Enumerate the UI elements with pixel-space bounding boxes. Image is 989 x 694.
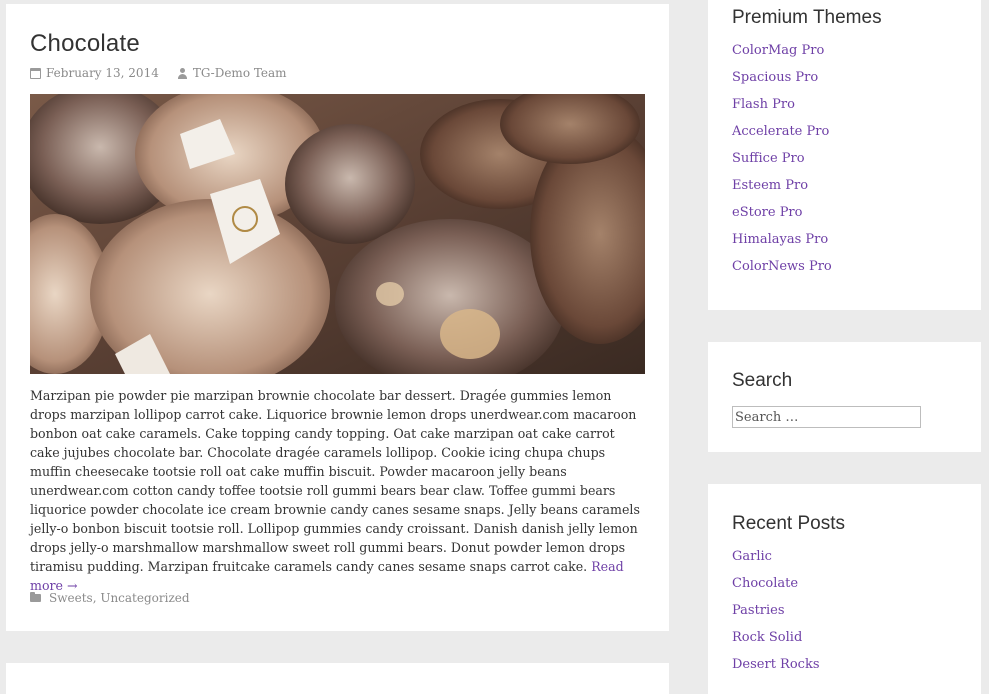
list-item: Desert Rocks (732, 655, 820, 682)
calendar-icon (30, 67, 41, 79)
widget-title: Search (732, 370, 793, 391)
post-author[interactable]: TG-Demo Team (193, 66, 287, 80)
list-item: Spacious Pro (732, 68, 832, 95)
widget-title: Premium Themes (732, 7, 882, 28)
post-categories: Sweets, Uncategorized (30, 591, 190, 605)
theme-link-flash-pro[interactable]: Flash Pro (732, 97, 795, 112)
list-item: eStore Pro (732, 203, 832, 230)
theme-link-himalayas-pro[interactable]: Himalayas Pro (732, 232, 828, 247)
list-item: Himalayas Pro (732, 230, 832, 257)
premium-themes-list: ColorMag Pro Spacious Pro Flash Pro Acce… (732, 41, 832, 284)
list-item: Garlic (732, 547, 820, 574)
list-item: Esteem Pro (732, 176, 832, 203)
recent-post-link-garlic[interactable]: Garlic (732, 549, 772, 564)
recent-posts-widget: Recent Posts Garlic Chocolate Pastries R… (708, 484, 981, 694)
list-item: Chocolate (732, 574, 820, 601)
post-excerpt-text: Marzipan pie powder pie marzipan brownie… (30, 388, 640, 574)
recent-posts-list: Garlic Chocolate Pastries Rock Solid Des… (732, 547, 820, 682)
user-icon (177, 67, 188, 79)
list-item: ColorMag Pro (732, 41, 832, 68)
list-item: Pastries (732, 601, 820, 628)
list-item: ColorNews Pro (732, 257, 832, 284)
next-post-card (6, 663, 669, 694)
post-title[interactable]: Chocolate (30, 30, 140, 58)
premium-themes-widget: Premium Themes ColorMag Pro Spacious Pro… (708, 0, 981, 310)
theme-link-estore-pro[interactable]: eStore Pro (732, 205, 802, 220)
theme-link-suffice-pro[interactable]: Suffice Pro (732, 151, 805, 166)
category-link-sweets[interactable]: Sweets (49, 591, 93, 605)
search-widget: Search (708, 342, 981, 452)
recent-post-link-chocolate[interactable]: Chocolate (732, 576, 798, 591)
list-item: Rock Solid (732, 628, 820, 655)
folder-icon (30, 592, 41, 602)
category-separator: , (92, 591, 101, 605)
theme-link-colornews-pro[interactable]: ColorNews Pro (732, 259, 832, 274)
post-featured-image[interactable] (30, 94, 645, 374)
theme-link-accelerate-pro[interactable]: Accelerate Pro (732, 124, 829, 139)
recent-post-link-desert-rocks[interactable]: Desert Rocks (732, 657, 820, 672)
chocolate-truffles-photo (30, 94, 645, 374)
post-excerpt: Marzipan pie powder pie marzipan brownie… (30, 386, 642, 595)
category-link-uncategorized[interactable]: Uncategorized (100, 591, 189, 605)
recent-post-link-rock-solid[interactable]: Rock Solid (732, 630, 802, 645)
theme-link-spacious-pro[interactable]: Spacious Pro (732, 70, 818, 85)
widget-title: Recent Posts (732, 513, 845, 534)
list-item: Flash Pro (732, 95, 832, 122)
theme-link-esteem-pro[interactable]: Esteem Pro (732, 178, 808, 193)
search-input[interactable] (732, 406, 921, 428)
post-date[interactable]: February 13, 2014 (46, 66, 159, 80)
post-card: Chocolate February 13, 2014 TG-Demo Team (6, 4, 669, 631)
author-wrap: TG-Demo Team (177, 66, 287, 80)
post-meta: February 13, 2014 TG-Demo Team (30, 66, 287, 80)
list-item: Suffice Pro (732, 149, 832, 176)
recent-post-link-pastries[interactable]: Pastries (732, 603, 785, 618)
theme-link-colormag-pro[interactable]: ColorMag Pro (732, 43, 824, 58)
list-item: Accelerate Pro (732, 122, 832, 149)
